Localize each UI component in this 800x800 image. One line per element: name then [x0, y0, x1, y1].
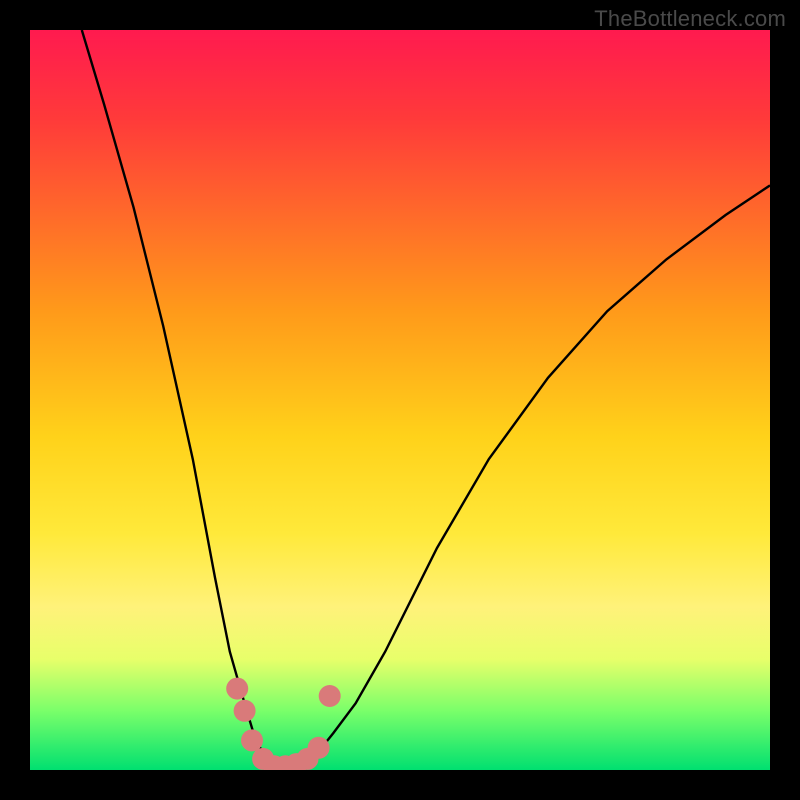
watermark-text: TheBottleneck.com	[594, 6, 786, 32]
highlight-dot	[308, 737, 330, 759]
bottleneck-curve	[82, 30, 770, 766]
highlight-dots	[226, 678, 341, 770]
highlight-dot	[226, 678, 248, 700]
chart-frame: TheBottleneck.com	[0, 0, 800, 800]
highlight-dot	[234, 700, 256, 722]
curve-layer	[30, 30, 770, 770]
highlight-dot	[241, 729, 263, 751]
plot-area	[30, 30, 770, 770]
highlight-dot	[319, 685, 341, 707]
